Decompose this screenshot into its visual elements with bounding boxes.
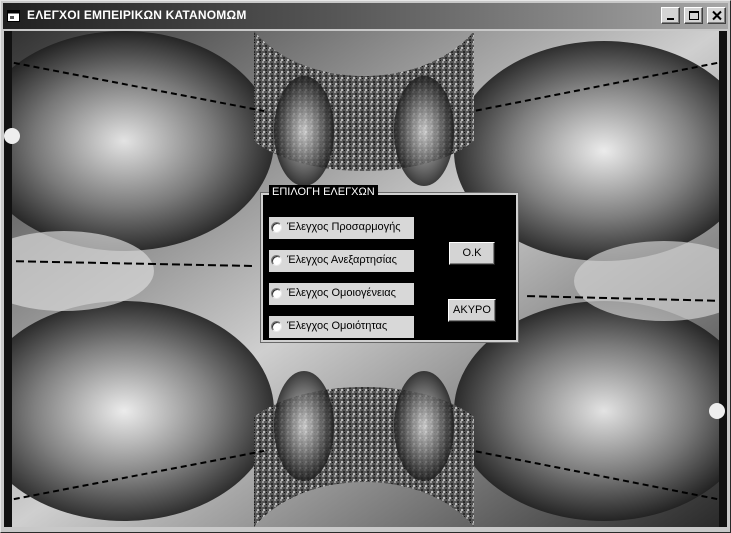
app-icon[interactable]	[7, 9, 20, 22]
window-title: ΕΛΕΓΧΟΙ ΕΜΠΕΙΡΙΚΩΝ ΚΑΤΑΝΟΜΩΜ	[27, 8, 247, 22]
ok-button[interactable]: O.K	[449, 242, 495, 265]
close-icon	[712, 10, 722, 21]
option-homogeneity-test[interactable]: Έλεγχος Ομοιογένειας	[269, 283, 414, 305]
application-window: ΕΛΕΓΧΟΙ ΕΜΠΕΙΡΙΚΩΝ ΚΑΤΑΝΟΜΩΜ ΕΠΙΛΟΓΗ ΕΛΕ…	[0, 0, 731, 533]
test-selection-frame: ΕΠΙΛΟΓΗ ΕΛΕΓΧΩΝ Έλεγχος Προσαρμογής Έλεγ…	[261, 185, 518, 342]
option-label: Έλεγχος Προσαρμογής	[287, 221, 401, 233]
radio-icon[interactable]	[271, 288, 282, 299]
minimize-button[interactable]	[661, 7, 680, 24]
radio-icon[interactable]	[271, 321, 282, 332]
option-label: Έλεγχος Ομοιογένειας	[287, 287, 396, 299]
cancel-button[interactable]: ΑΚΥΡΟ	[448, 299, 496, 322]
frame-caption: ΕΠΙΛΟΓΗ ΕΛΕΓΧΩΝ	[269, 185, 378, 199]
client-area: ΕΠΙΛΟΓΗ ΕΛΕΓΧΩΝ Έλεγχος Προσαρμογής Έλεγ…	[4, 31, 727, 527]
radio-icon[interactable]	[271, 222, 282, 233]
option-label: Έλεγχος Ομοιότητας	[287, 320, 388, 332]
title-bar[interactable]: ΕΛΕΓΧΟΙ ΕΜΠΕΙΡΙΚΩΝ ΚΑΤΑΝΟΜΩΜ	[3, 3, 728, 29]
option-similarity-test[interactable]: Έλεγχος Ομοιότητας	[269, 316, 414, 338]
option-goodness-of-fit-test[interactable]: Έλεγχος Προσαρμογής	[269, 217, 414, 239]
maximize-button[interactable]	[684, 7, 703, 24]
close-button[interactable]	[707, 7, 726, 24]
maximize-icon	[689, 11, 699, 20]
option-independence-test[interactable]: Έλεγχος Ανεξαρτησίας	[269, 250, 414, 272]
minimize-icon	[667, 18, 674, 20]
radio-icon[interactable]	[271, 255, 282, 266]
option-label: Έλεγχος Ανεξαρτησίας	[287, 254, 397, 266]
